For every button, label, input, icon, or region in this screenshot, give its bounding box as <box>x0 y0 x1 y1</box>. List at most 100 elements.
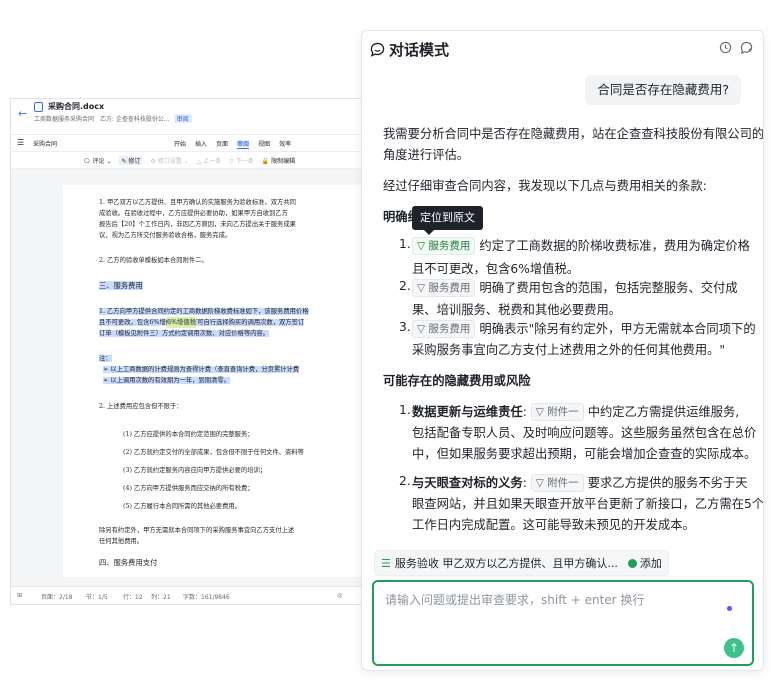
risk-colon: : <box>522 476 527 490</box>
previous-change-label: 上一条 <box>203 158 222 165</box>
chat-header-actions <box>719 41 753 54</box>
item-text: 约定了工商数据的阶梯收费标准，费用为确定价格 <box>479 239 750 253</box>
tab-efficiency[interactable]: 效率 <box>279 139 291 149</box>
risk-number: 2. <box>399 474 411 488</box>
new-chat-icon[interactable] <box>740 41 753 54</box>
track-settings-button[interactable]: ⚙ 修订设置 ⌄ <box>150 156 188 165</box>
chat-title: 对话模式 <box>389 41 450 59</box>
send-button[interactable]: ↑ <box>724 638 744 658</box>
ai-section-title: 可能存在的隐藏费用或风险 <box>383 374 531 388</box>
document-titlebar: ← 采购合同.docx 工商数据服务采购合同 乙方: 企查查科技股份公... 审阅 <box>11 99 372 135</box>
cursor-dot-icon <box>727 606 732 611</box>
doc-line: (4) 乙方向甲方提供服务而应交纳的所有税费； <box>123 485 254 492</box>
tab-page[interactable]: 页面 <box>216 139 228 149</box>
chat-input[interactable]: 请输入问题或提出审查要求，shift + enter 换行 ↑ <box>372 580 754 666</box>
risk-line: 数据更新与运维责任: ▽ 附件一 中约定乙方需提供运维服务, <box>412 402 739 421</box>
document-filename: 采购合同.docx <box>48 102 105 111</box>
locate-original-tooltip: 定位到原文 <box>412 206 483 235</box>
item-text: 且不可更改，包含6%增值税。 <box>412 262 580 276</box>
previous-change-button[interactable]: △ 上一条 <box>197 156 222 165</box>
comment-button[interactable]: 🗨 评论 ⌄ <box>83 156 111 165</box>
item-number: 1. <box>399 237 411 251</box>
status-grid-icon: ⊞ <box>17 592 23 599</box>
chat-input-placeholder: 请输入问题或提出审查要求，shift + enter 换行 <box>385 593 645 607</box>
tab-review[interactable]: 审阅 <box>237 139 250 149</box>
quoted-reference[interactable]: ☰ 服务验收 甲乙双方以乙方提供、且甲方确认... 添加 <box>374 550 669 576</box>
review-tag: 审阅 <box>173 114 192 123</box>
user-message: 合同是否存在隐藏费用? <box>585 75 741 105</box>
history-icon[interactable] <box>719 41 732 54</box>
tab-view[interactable]: 视图 <box>258 139 270 149</box>
doc-highlight-text: ➢ 以上调用次数的有效期为一年，到期清零。 <box>103 377 230 384</box>
source-chip[interactable]: ▽ 服务费用 <box>412 279 476 297</box>
screen: ← 采购合同.docx 工商数据服务采购合同 乙方: 企查查科技股份公... 审阅… <box>0 0 771 685</box>
doc-line: 2. 上述费用应包含但不限于： <box>99 403 183 410</box>
add-icon <box>627 558 637 568</box>
status-wordcount: 字数：161/9846 <box>183 594 230 601</box>
back-arrow-icon[interactable]: ← <box>18 107 27 120</box>
doc-highlight-text: 且不可更改，包含6%增值税，甲方可自行选择购买的调用次数，双方签订 <box>99 319 305 326</box>
doc-line: 报告后【20】个工作日内，非因乙方原因，未向乙方提出关于服务成果 <box>99 221 296 228</box>
chat-panel: 对话模式 合同是否存在隐藏费用? 我需要分析合同中是否存在隐藏费用，站在企查查科… <box>361 30 764 671</box>
doc-line-highlighted: ➢ 以上调用次数的有效期为一年，到期清零。 <box>103 375 230 386</box>
chat-bubble-icon <box>370 42 385 57</box>
status-section: 节：1/5 <box>86 594 108 601</box>
item-number: 2. <box>399 279 411 293</box>
source-chip[interactable]: ▽ 服务费用 <box>412 320 476 338</box>
restrict-editing-button[interactable]: 🔒 限制编辑 <box>262 156 295 165</box>
status-globe-icon[interactable]: ◎ <box>337 592 342 599</box>
doc-highlight-text: 订单（模板见附件三）方式约定调用次数、对应价格等内容。 <box>99 330 270 337</box>
risk-colon: : <box>522 405 527 419</box>
doc-line: 成验收。在验收过程中，乙方应提供必要协助，如果甲方自收到乙方 <box>99 210 288 217</box>
doc-line-highlighted: 注： <box>99 353 112 364</box>
attachment-chip[interactable]: ▽ 附件一 <box>530 474 584 492</box>
track-changes-button[interactable]: ✎ 修订 <box>119 156 143 165</box>
review-toolbar: 🗨 评论 ⌄ ✎ 修订 ⚙ 修订设置 ⌄ △ 上一条 ▽ 下一条 🔒 限制编辑 <box>11 152 372 169</box>
doc-line: 议，视为乙方所交付服务验收合格，服务完成。 <box>99 232 232 239</box>
source-chip-label: 服务费用 <box>428 240 471 252</box>
menu-icon[interactable]: ☰ <box>17 138 24 147</box>
doc-section-heading: 三、服务费用 <box>99 280 143 291</box>
doc-line-highlighted: 且不可更改，包含6%增值税，甲方可自行选择购买的调用次数，双方签订 <box>99 317 305 328</box>
source-chip-label: 服务费用 <box>428 323 471 335</box>
doc-line-highlighted: 订单（模板见附件三）方式约定调用次数、对应价格等内容。 <box>99 328 270 339</box>
doc-line: (1) 乙方应提供的本合同约定范围的完整服务； <box>123 431 254 438</box>
doc-line: 2. 乙方的验收单模板如本合同附件二。 <box>99 257 208 264</box>
risk-text: 包括配备专职人员、及时响应问题等。这些服务虽然包含在总价 <box>412 426 757 440</box>
tab-insert[interactable]: 插入 <box>195 139 207 149</box>
menu-tabs: 开始 插入 页面 审阅 视图 效率 <box>174 139 291 149</box>
list-icon: ☰ <box>381 556 391 570</box>
item-text: 明确表示"除另有约定外，甲方无需就本合同项下的 <box>479 322 756 336</box>
attachment-chip-label: 附件一 <box>547 406 579 418</box>
quoted-reference-text: 服务验收 甲乙双方以乙方提供、且甲方确认... <box>394 557 618 570</box>
next-change-button[interactable]: ▽ 下一条 <box>229 156 254 165</box>
risk-number: 1. <box>399 403 411 417</box>
source-chip[interactable]: ▽ 服务费用 <box>412 237 476 255</box>
increment-tax-highlight: 6%增值税 <box>167 317 196 329</box>
doc-highlight-text: ➢ 以上工商数据的计费规则为查得计费（查直查询计费，分页累计计费 <box>103 366 300 373</box>
risk-line: 与天眼查对标的义务: ▽ 附件一 要求乙方提供的服务不劣于天 <box>412 473 748 492</box>
doc-section-heading: 四、服务费用支付 <box>99 558 158 567</box>
document-subtitle: 工商数据服务采购合同 乙方: 企查查科技股份公... 审阅 <box>34 114 192 123</box>
doc-highlight-text: 1. 乙方向甲方提供合同约定的工商数据阶梯收费标准如下，该服务费用价格 <box>99 308 309 315</box>
document-page[interactable]: 1. 甲乙双方以乙方提供、且甲方确认的实施服务为验收标准，双方共同 成验收。在验… <box>63 185 372 577</box>
next-change-label: 下一条 <box>235 158 254 165</box>
source-chip-label: 服务费用 <box>428 282 471 294</box>
document-subtitle-text: 工商数据服务采购合同 乙方: 企查查科技股份公... <box>34 116 170 123</box>
tab-start[interactable]: 开始 <box>174 139 186 149</box>
attachment-chip[interactable]: ▽ 附件一 <box>530 403 584 421</box>
track-settings-label: 修订设置 ⌄ <box>157 158 189 165</box>
comment-label: 评论 ⌄ <box>92 158 112 165</box>
status-page: 页面：2/18 <box>41 594 73 601</box>
doc-line: (3) 乙方就约定服务内容应向甲方提供必要的培训； <box>123 467 267 474</box>
restrict-editing-label: 限制编辑 <box>271 158 296 165</box>
ai-text: 我需要分析合同中是否存在隐藏费用，站在企查查科技股份有限公司的 <box>383 127 764 141</box>
word-file-icon <box>34 102 43 112</box>
risk-text: 眼查网站，并且如果天眼查开放平台更新了新接口，乙方需在5个 <box>412 497 764 511</box>
add-reference-button[interactable]: 添加 <box>627 555 662 571</box>
doc-line: 除另有约定外，甲方无需就本合同项下的采购服务事宜向乙方支付上述 <box>99 527 295 534</box>
track-changes-label: 修订 <box>128 158 141 165</box>
status-row: 行：12 <box>123 594 143 601</box>
risk-text: 中约定乙方需提供运维服务, <box>587 405 740 419</box>
doc-line-highlighted: 1. 乙方向甲方提供合同约定的工商数据阶梯收费标准如下，该服务费用价格 <box>99 306 309 317</box>
